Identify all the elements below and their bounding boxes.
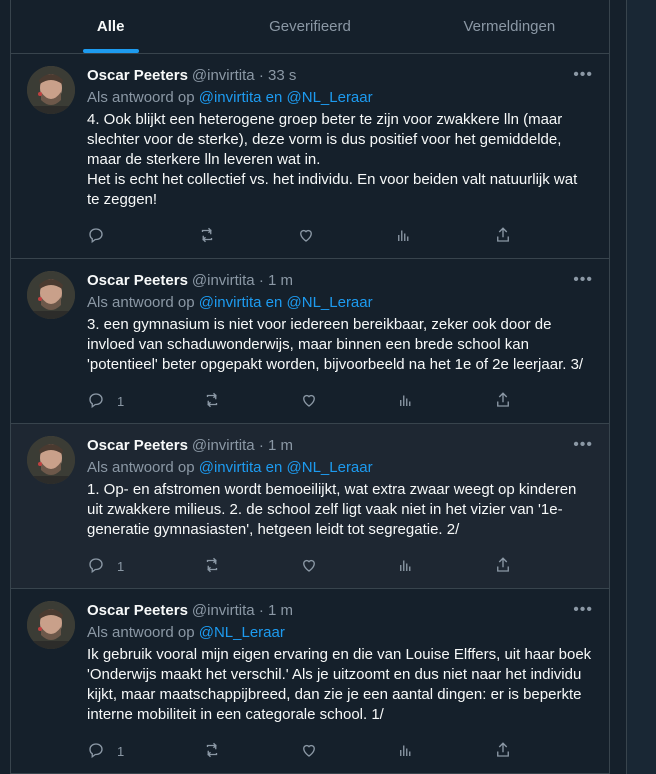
like-icon [300, 391, 318, 412]
views-icon [397, 556, 415, 577]
more-options-icon[interactable]: ••• [573, 436, 593, 454]
reply-prefix: Als antwoord op [87, 459, 195, 476]
tweet[interactable]: Oscar Peeters @invirtita · 33 s Als antwo… [11, 54, 609, 259]
like-icon [297, 226, 315, 247]
tweet-actions: 1 [87, 385, 512, 417]
author-name[interactable]: Oscar Peeters [87, 601, 188, 621]
tab-alle[interactable]: Alle [11, 0, 210, 53]
retweet-icon [203, 741, 221, 762]
more-options-icon[interactable]: ••• [573, 271, 593, 289]
reply-button[interactable] [87, 226, 117, 247]
retweet-button[interactable] [203, 556, 221, 577]
tweet-actions [87, 220, 512, 252]
reply-prefix: Als antwoord op [87, 624, 195, 641]
reply-icon [87, 741, 105, 762]
retweet-icon [203, 391, 221, 412]
author-name[interactable]: Oscar Peeters [87, 271, 188, 291]
views-icon [397, 391, 415, 412]
tweet-text: 3. een gymnasium is niet voor iedereen b… [87, 316, 584, 373]
reply-button[interactable]: 1 [87, 391, 124, 412]
share-icon [494, 741, 512, 762]
tweet-actions: 1 [87, 735, 512, 767]
share-button[interactable] [494, 391, 512, 412]
views-button[interactable] [397, 741, 415, 762]
author-handle-time[interactable]: @invirtita · 1 m [192, 436, 293, 456]
reply-button[interactable]: 1 [87, 556, 124, 577]
like-button[interactable] [300, 556, 318, 577]
like-icon [300, 741, 318, 762]
reply-icon [87, 391, 105, 412]
author-handle-time[interactable]: @invirtita · 1 m [192, 601, 293, 621]
avatar[interactable] [27, 601, 75, 649]
author-name[interactable]: Oscar Peeters [87, 66, 188, 86]
tweet[interactable]: Oscar Peeters @invirtita · 1 m Als antwoo… [11, 589, 609, 774]
like-icon [300, 556, 318, 577]
reply-prefix: Als antwoord op [87, 89, 195, 106]
retweet-icon [203, 556, 221, 577]
tweet-text: 4. Ook blijkt een heterogene groep beter… [87, 111, 578, 208]
share-icon [494, 391, 512, 412]
tab-label: Geverifieerd [269, 18, 351, 35]
active-tab-indicator [82, 49, 139, 53]
views-button[interactable] [397, 391, 415, 412]
tweet-actions: 1 [87, 550, 512, 582]
share-button[interactable] [494, 556, 512, 577]
reply-count: 1 [117, 393, 125, 409]
like-button[interactable] [300, 391, 318, 412]
reply-icon [87, 556, 105, 577]
share-icon [494, 226, 512, 247]
retweet-button[interactable] [203, 741, 221, 762]
reply-context: Als antwoord op @invirtita en @NL_Leraar [87, 458, 593, 478]
reply-button[interactable]: 1 [87, 741, 124, 762]
reply-context: Als antwoord op @invirtita en @NL_Leraar [87, 293, 593, 313]
reply-to-link[interactable]: @invirtita en @NL_Leraar [199, 89, 373, 106]
share-icon [494, 556, 512, 577]
reply-context: Als antwoord op @NL_Leraar [87, 623, 593, 643]
views-button[interactable] [397, 556, 415, 577]
reply-prefix: Als antwoord op [87, 294, 195, 311]
tab-geverifieerd[interactable]: Geverifieerd [210, 0, 409, 53]
reply-to-link[interactable]: @invirtita en @NL_Leraar [199, 459, 373, 476]
reply-to-link[interactable]: @NL_Leraar [199, 624, 285, 641]
retweet-icon [198, 226, 216, 247]
tweet-text: 1. Op- en afstromen wordt bemoeilijkt, w… [87, 481, 581, 538]
author-handle-time[interactable]: @invirtita · 1 m [192, 271, 293, 291]
tweet-text: Ik gebruik vooral mijn eigen ervaring en… [87, 646, 596, 723]
like-button[interactable] [297, 226, 315, 247]
tweet[interactable]: Oscar Peeters @invirtita · 1 m Als antwoo… [11, 424, 609, 589]
more-options-icon[interactable]: ••• [573, 601, 593, 619]
tweet[interactable]: Oscar Peeters @invirtita · 1 m Als antwoo… [11, 259, 609, 424]
views-icon [397, 741, 415, 762]
share-button[interactable] [494, 741, 512, 762]
right-sidebar [626, 0, 656, 774]
reply-count: 1 [117, 558, 125, 574]
reply-icon [87, 226, 105, 247]
tab-vermeldingen[interactable]: Vermeldingen [410, 0, 609, 53]
retweet-button[interactable] [203, 391, 221, 412]
like-button[interactable] [300, 741, 318, 762]
tab-label: Alle [96, 18, 125, 35]
avatar[interactable] [27, 436, 75, 484]
views-button[interactable] [395, 226, 413, 247]
views-icon [395, 226, 413, 247]
reply-to-link[interactable]: @invirtita en @NL_Leraar [199, 294, 373, 311]
retweet-button[interactable] [198, 226, 216, 247]
author-name[interactable]: Oscar Peeters [87, 436, 188, 456]
reply-context: Als antwoord op @invirtita en @NL_Leraar [87, 88, 593, 108]
author-handle-time[interactable]: @invirtita · 33 s [192, 66, 296, 86]
more-options-icon[interactable]: ••• [573, 66, 593, 84]
timeline-column: Alle Geverifieerd Vermeldingen Oscar Pee… [10, 0, 610, 774]
reply-count: 1 [117, 743, 125, 759]
avatar[interactable] [27, 66, 75, 114]
tab-label: Vermeldingen [463, 18, 556, 35]
avatar[interactable] [27, 271, 75, 319]
tab-bar: Alle Geverifieerd Vermeldingen [11, 0, 609, 54]
share-button[interactable] [494, 226, 512, 247]
